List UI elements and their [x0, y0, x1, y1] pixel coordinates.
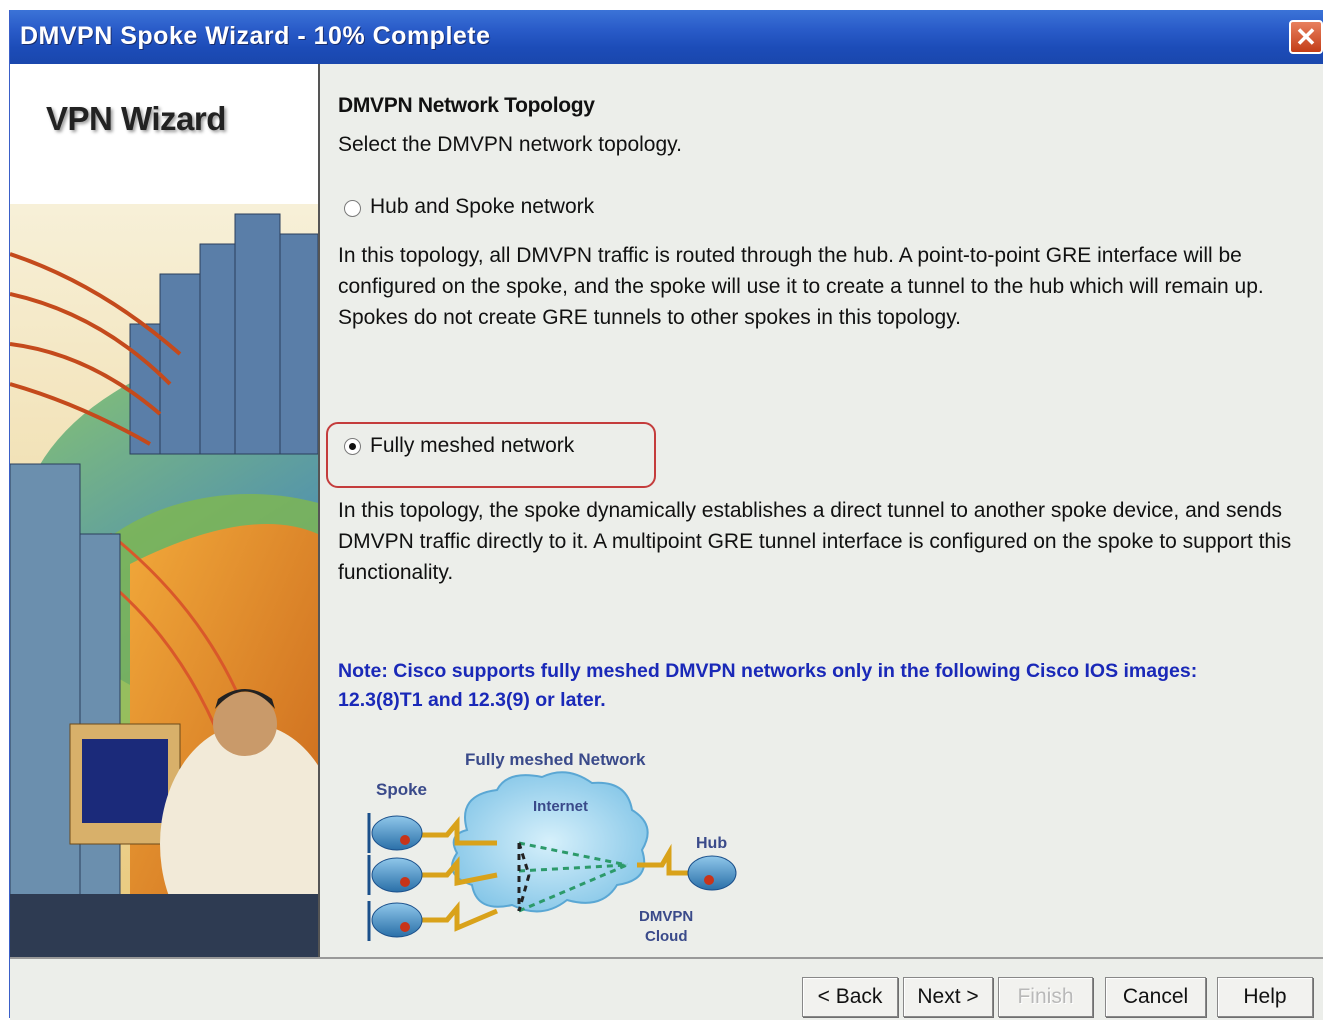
- radio-label-hub-and-spoke[interactable]: Hub and Spoke network: [370, 195, 594, 219]
- diagram-cloud-label-1: DMVPN: [639, 908, 693, 925]
- close-button[interactable]: ✕: [1289, 20, 1323, 54]
- page-heading: DMVPN Network Topology: [338, 94, 595, 117]
- page-subheading: Select the DMVPN network topology.: [338, 133, 682, 156]
- radio-fully-meshed[interactable]: [344, 438, 361, 455]
- hub-and-spoke-description: In this topology, all DMVPN traffic is r…: [338, 244, 1264, 329]
- cancel-button[interactable]: Cancel: [1105, 977, 1206, 1017]
- hub-router-icon: [687, 855, 737, 891]
- wizard-illustration: [10, 204, 318, 957]
- side-panel-title: VPN Wizard: [46, 100, 226, 137]
- finish-button: Finish: [998, 977, 1093, 1017]
- radio-label-fully-meshed[interactable]: Fully meshed network: [370, 434, 574, 458]
- back-button[interactable]: < Back: [802, 977, 898, 1017]
- help-button[interactable]: Help: [1217, 977, 1313, 1017]
- fully-meshed-diagram: Fully meshed Network Spoke Internet Hub …: [367, 750, 737, 945]
- spoke-router-icons: [371, 815, 423, 938]
- window-title: DMVPN Spoke Wizard - 10% Complete: [20, 22, 491, 50]
- diagram-hub-label: Hub: [696, 835, 727, 852]
- diagram-cloud-label-2: Cloud: [645, 928, 688, 945]
- next-button[interactable]: Next >: [903, 977, 993, 1017]
- fully-meshed-description: In this topology, the spoke dynamically …: [338, 499, 1292, 584]
- diagram-title: Fully meshed Network: [465, 750, 646, 769]
- diagram-spoke-label: Spoke: [376, 780, 427, 799]
- radio-hub-and-spoke[interactable]: [344, 200, 361, 217]
- ios-version-note: Note: Cisco supports fully meshed DMVPN …: [338, 660, 1198, 711]
- diagram-internet-label: Internet: [533, 798, 588, 815]
- radio-selected-dot: [349, 443, 356, 450]
- button-bar: < Back Next > Finish Cancel Help: [10, 957, 1323, 1020]
- wizard-side-panel: VPN Wizard: [10, 64, 320, 957]
- wizard-window: DMVPN Spoke Wizard - 10% Complete ✕ VPN …: [9, 10, 1323, 1020]
- title-bar[interactable]: DMVPN Spoke Wizard - 10% Complete ✕: [10, 10, 1323, 64]
